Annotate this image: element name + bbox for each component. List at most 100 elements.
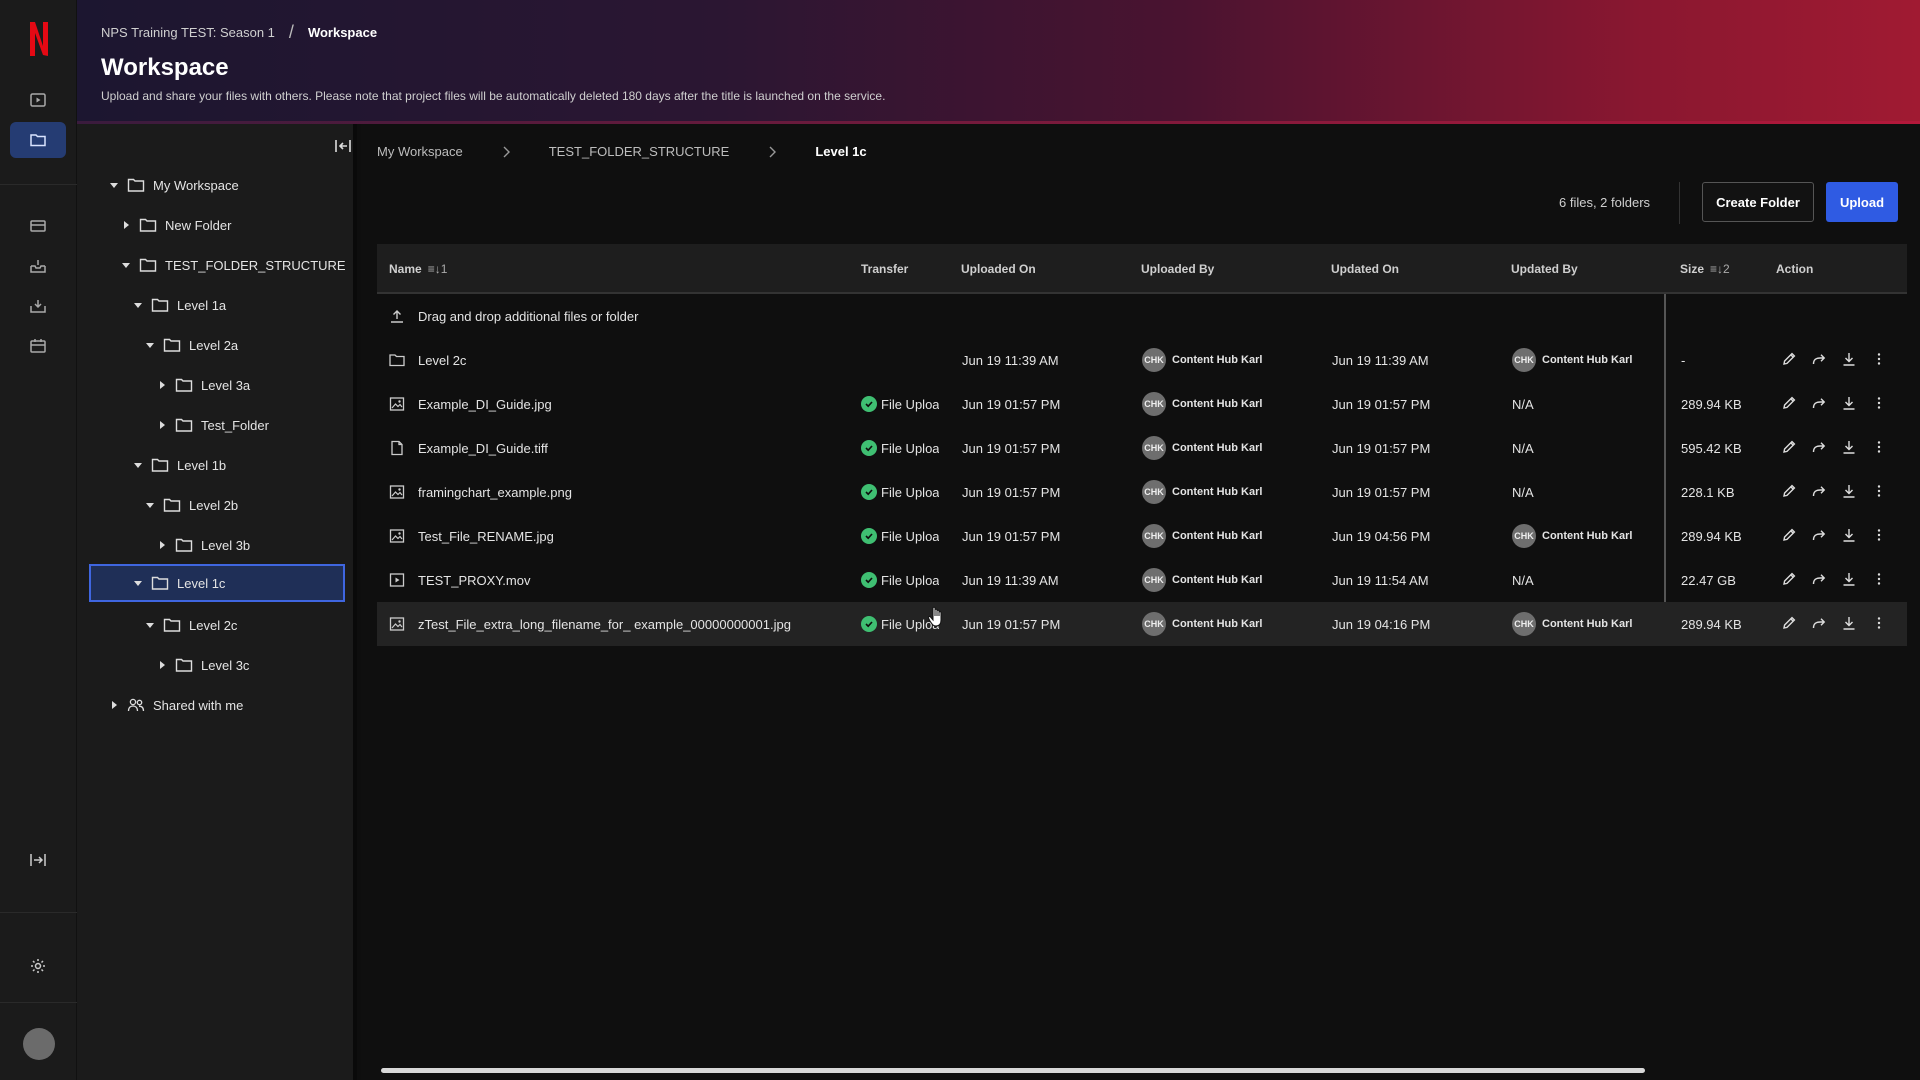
rail-expand-button[interactable] [10,842,66,878]
rail-titles-button[interactable] [10,82,66,118]
edit-icon[interactable] [1781,615,1797,634]
horizontal-scrollbar[interactable] [381,1068,1645,1073]
caret-right-icon[interactable] [155,378,169,392]
caret-down-icon[interactable] [143,338,157,352]
file-name[interactable]: Example_DI_Guide.tiff [418,426,548,470]
caret-down-icon[interactable] [143,618,157,632]
row-actions [1781,426,1887,470]
rail-inbox-button[interactable] [10,248,66,284]
share-icon[interactable] [1811,571,1827,590]
table-row[interactable]: Level 2c Jun 19 11:39 AM CHK Content Hub Ka… [377,338,1907,382]
tree-item[interactable]: Level 3a [155,366,250,404]
column-header-transfer[interactable]: Transfer [861,262,908,276]
column-header-uploaded-by[interactable]: Uploaded By [1141,262,1214,276]
table-row[interactable]: framingchart_example.png File Uploaded Jun… [377,470,1907,514]
more-vertical-icon[interactable] [1871,439,1887,458]
table-row[interactable]: Test_File_RENAME.jpg File Uploaded Jun 19 … [377,514,1907,558]
edit-icon[interactable] [1781,439,1797,458]
tree-item[interactable]: My Workspace [107,166,239,204]
file-name[interactable]: Test_File_RENAME.jpg [418,514,554,558]
caret-right-icon[interactable] [155,418,169,432]
share-icon[interactable] [1811,395,1827,414]
more-vertical-icon[interactable] [1871,483,1887,502]
edit-icon[interactable] [1781,395,1797,414]
table-row[interactable]: TEST_PROXY.mov File Uploaded Jun 19 11:39 … [377,558,1907,602]
tree-item[interactable]: TEST_FOLDER_STRUCTURE [119,246,346,284]
uploaded-by: CHK Content Hub Karl [1142,426,1262,470]
edit-icon[interactable] [1781,351,1797,370]
column-header-updated-by[interactable]: Updated By [1511,262,1578,276]
table-row[interactable]: Example_DI_Guide.tiff File Uploaded Jun 19… [377,426,1907,470]
share-icon[interactable] [1811,615,1827,634]
share-icon[interactable] [1811,483,1827,502]
download-icon[interactable] [1841,527,1857,546]
tree-item[interactable]: Level 2a [143,326,238,364]
tree-item[interactable]: Level 1c [89,564,345,602]
tree-item[interactable]: Level 2c [143,606,237,644]
download-icon[interactable] [1841,615,1857,634]
download-icon[interactable] [1841,483,1857,502]
edit-icon[interactable] [1781,483,1797,502]
more-vertical-icon[interactable] [1871,395,1887,414]
rail-layout-button[interactable] [10,208,66,244]
uploaded-by: CHK Content Hub Karl [1142,382,1262,426]
breadcrumb-test-folder-structure[interactable]: TEST_FOLDER_STRUCTURE [549,144,730,159]
tree-item[interactable]: New Folder [119,206,231,244]
table-row[interactable]: Example_DI_Guide.jpg File Uploaded Jun 19 … [377,382,1907,426]
caret-right-icon[interactable] [155,538,169,552]
create-folder-button[interactable]: Create Folder [1702,182,1814,222]
file-name[interactable]: Level 2c [418,338,466,382]
table-row[interactable]: zTest_File_extra_long_filename_for_ exam… [377,602,1907,646]
rail-workspace-button[interactable] [10,122,66,158]
user-avatar[interactable] [23,1028,55,1060]
netflix-logo[interactable] [28,20,50,58]
caret-down-icon[interactable] [107,178,121,192]
caret-down-icon[interactable] [119,258,133,272]
tree-item[interactable]: Level 3c [155,646,249,684]
column-header-uploaded-on[interactable]: Uploaded On [961,262,1036,276]
download-icon[interactable] [1841,439,1857,458]
more-vertical-icon[interactable] [1871,527,1887,546]
share-icon[interactable] [1811,439,1827,458]
more-vertical-icon[interactable] [1871,571,1887,590]
download-icon[interactable] [1841,351,1857,370]
tree-item[interactable]: Test_Folder [155,406,269,444]
breadcrumb-my-workspace[interactable]: My Workspace [377,144,463,159]
download-icon[interactable] [1841,571,1857,590]
rail-calendar-button[interactable] [10,328,66,364]
rail-downloads-button[interactable] [10,288,66,324]
edit-icon[interactable] [1781,527,1797,546]
tree-item[interactable]: Level 1a [131,286,226,324]
tree-item[interactable]: Shared with me [107,686,243,724]
file-name[interactable]: Example_DI_Guide.jpg [418,382,552,426]
collapse-panel-icon[interactable] [333,136,353,156]
caret-right-icon[interactable] [119,218,133,232]
file-name[interactable]: framingchart_example.png [418,470,572,514]
caret-right-icon[interactable] [155,658,169,672]
caret-down-icon[interactable] [131,458,145,472]
caret-down-icon[interactable] [131,576,145,590]
file-name[interactable]: TEST_PROXY.mov [418,558,530,602]
column-header-name[interactable]: Name ≡↓1 [389,262,447,276]
column-header-size[interactable]: Size ≡↓2 [1680,262,1730,276]
upload-button[interactable]: Upload [1826,182,1898,222]
caret-down-icon[interactable] [131,298,145,312]
tree-item[interactable]: Level 3b [155,526,250,564]
caret-down-icon[interactable] [143,498,157,512]
tree-item[interactable]: Level 1b [131,446,226,484]
column-header-updated-on[interactable]: Updated On [1331,262,1399,276]
sort-icon[interactable]: ≡↓2 [1710,262,1730,276]
file-name[interactable]: zTest_File_extra_long_filename_for_ exam… [418,602,791,646]
caret-right-icon[interactable] [107,698,121,712]
sort-icon[interactable]: ≡↓1 [428,262,448,276]
download-icon[interactable] [1841,395,1857,414]
rail-settings-button[interactable] [10,948,66,984]
more-vertical-icon[interactable] [1871,351,1887,370]
share-icon[interactable] [1811,527,1827,546]
more-vertical-icon[interactable] [1871,615,1887,634]
share-icon[interactable] [1811,351,1827,370]
dropzone-row[interactable]: Drag and drop additional files or folder [377,294,1907,338]
edit-icon[interactable] [1781,571,1797,590]
tree-item[interactable]: Level 2b [143,486,238,524]
breadcrumb-project-link[interactable]: NPS Training TEST: Season 1 [101,25,275,40]
